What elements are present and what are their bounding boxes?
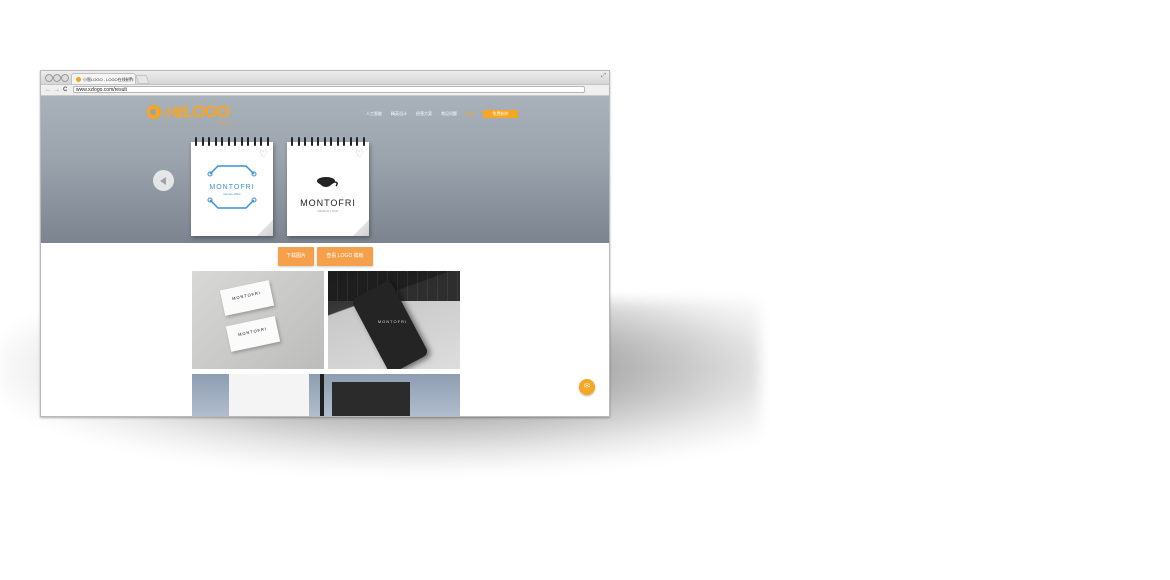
white-banner: [229, 374, 309, 416]
card-tagline: service office: [223, 192, 241, 196]
card-brand-name: MONTOFRI: [209, 184, 255, 191]
banner-pole: [320, 374, 324, 416]
close-window-button[interactable]: [45, 74, 53, 82]
chevron-left-icon: [159, 176, 166, 185]
nav-item-design[interactable]: 精英设计: [391, 111, 407, 117]
phone-logo-text: MONTOFRI: [377, 319, 408, 325]
card-tagline: DESIGN YOUR: [317, 209, 339, 213]
chat-icon[interactable]: ✉: [579, 379, 595, 395]
coffee-cup-icon: [317, 177, 338, 187]
business-card-text: MONTOFRI: [231, 290, 262, 302]
fullscreen-icon[interactable]: ⤢: [601, 73, 606, 80]
nav-item-plans[interactable]: 经营方案: [416, 111, 432, 117]
free-create-button[interactable]: 免费制作: [483, 110, 518, 118]
black-flag: [332, 382, 410, 416]
tab-title: 小智LOGO - LOGO在线制作: [83, 77, 134, 82]
business-card: MONTOFRI: [219, 280, 275, 316]
action-buttons: 下载图片 查看 LOGO 模板: [278, 247, 373, 266]
browser-window: 小智LOGO - LOGO在线制作 × ⤢ ← → C www.xzlogo.c…: [40, 70, 610, 417]
view-templates-button[interactable]: 查看 LOGO 模板: [317, 247, 373, 266]
heart-icon[interactable]: ♡: [355, 150, 364, 160]
notebook-rings: [291, 137, 365, 146]
zoom-window-button[interactable]: [61, 74, 69, 82]
title-bar: 小智LOGO - LOGO在线制作 × ⤢: [41, 71, 609, 85]
address-bar: ← → C www.xzlogo.com/result: [41, 85, 609, 96]
logo-text-en: LOGO: [183, 102, 230, 121]
card-logo-text: MONTOFRI DESIGN YOUR: [287, 198, 369, 213]
card-logo-text: MONTOFRI service office: [191, 184, 273, 196]
logo-card[interactable]: ♡ MONTOFRI DESIGN YOUR: [287, 137, 369, 236]
browser-tab[interactable]: 小智LOGO - LOGO在线制作 ×: [71, 73, 136, 84]
logo-text-cn: 小智: [163, 107, 184, 119]
page-curl: [257, 220, 273, 236]
main-nav: 人工智能 精英设计 经营方案 常见问题 登录 免费制作: [366, 110, 518, 118]
business-card-mockup: MONTOFRI MONTOFRI: [192, 271, 324, 369]
phone-mockup: MONTOFRI: [328, 271, 460, 369]
logo-subtext: xzlogo.com: [217, 121, 233, 125]
banner-mockup: [192, 374, 460, 416]
nav-item-ai[interactable]: 人工智能: [366, 111, 382, 117]
heart-icon[interactable]: ♡: [259, 150, 268, 160]
logo-mark-icon: [147, 105, 161, 119]
minimize-window-button[interactable]: [53, 74, 61, 82]
card-brand-name: MONTOFRI: [300, 198, 356, 208]
tab-close-icon[interactable]: ×: [129, 74, 132, 84]
business-card: MONTOFRI: [225, 316, 281, 352]
logo-card[interactable]: ♡ MONTOFRI service office: [191, 137, 273, 236]
url-input[interactable]: www.xzlogo.com/result: [73, 86, 585, 93]
site-logo[interactable]: 小智 LOGO xzlogo.com: [147, 102, 233, 125]
back-button[interactable]: ←: [45, 86, 51, 94]
new-tab-button[interactable]: [135, 75, 150, 84]
reload-button[interactable]: C: [63, 86, 67, 94]
nav-item-login[interactable]: 登录: [466, 111, 474, 117]
download-image-button[interactable]: 下载图片: [278, 247, 314, 266]
notebook-rings: [195, 137, 269, 146]
forward-button[interactable]: →: [54, 86, 60, 94]
business-card-text: MONTOFRI: [237, 326, 268, 338]
favicon-icon: [76, 77, 81, 83]
nav-item-faq[interactable]: 常见问题: [441, 111, 457, 117]
page-curl: [353, 220, 369, 236]
carousel-prev-button[interactable]: [153, 170, 174, 191]
hero-section: 小智 LOGO xzlogo.com 人工智能 精英设计 经营方案 常见问题 登…: [41, 96, 609, 243]
